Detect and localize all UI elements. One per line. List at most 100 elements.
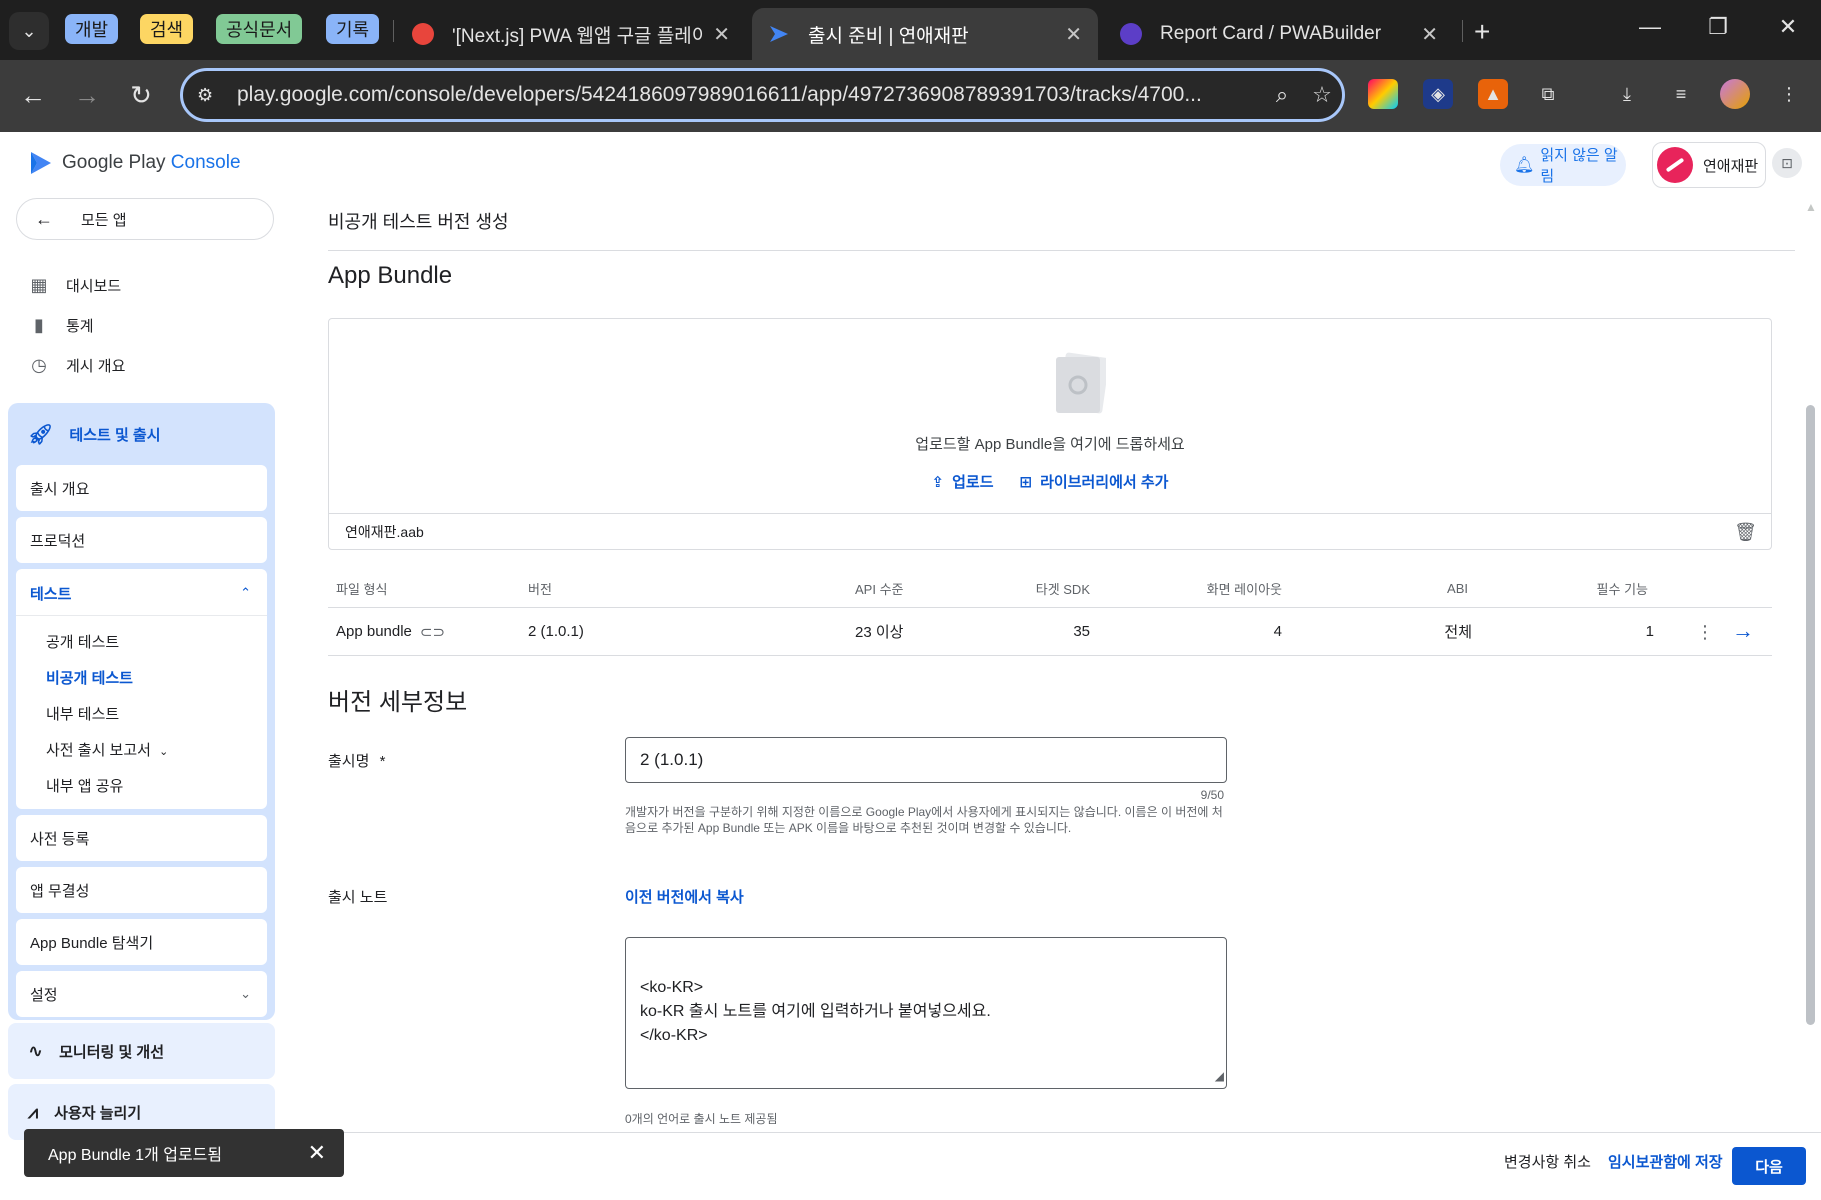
bookmark-star-icon[interactable]: ☆ — [1302, 82, 1342, 108]
developer-account-button[interactable]: 연애재판 — [1652, 142, 1766, 188]
console-header: Google Play Console 🔔︎ 읽지 않은 알림 연애재판 ⊡ — [0, 132, 1821, 198]
sidebar-item-label: 테스트 — [30, 586, 72, 603]
cell-abi: 전체 — [1444, 624, 1472, 641]
address-bar[interactable]: ⚙ play.google.com/console/developers/542… — [180, 68, 1345, 122]
logo-suffix: Console — [165, 152, 241, 173]
sidebar-item-test-and-release[interactable]: 🚀︎ 테스트 및 출시 — [8, 403, 275, 465]
lock-icon[interactable]: ⊡ — [1772, 148, 1802, 178]
scrollbar[interactable] — [1806, 405, 1815, 1025]
col-version: 버전 — [528, 582, 552, 597]
back-icon[interactable]: ← — [16, 80, 50, 111]
pwabuilder-favicon-icon — [1120, 23, 1142, 45]
sidebar-item-label: 앱 무결성 — [30, 882, 90, 900]
divider — [328, 250, 1795, 251]
restore-icon[interactable]: ❐ — [1698, 14, 1738, 40]
tab-nextjs-pwa[interactable]: '[Next.js] PWA 웹앱 구글 플레이 ✕ — [396, 8, 746, 60]
minimize-icon[interactable]: — — [1630, 14, 1670, 40]
close-tab-icon[interactable]: ✕ — [713, 22, 730, 47]
zoom-icon[interactable]: ⌕ — [1262, 82, 1302, 108]
sidebar-item-settings[interactable]: 설정 ⌄ — [16, 971, 267, 1017]
tab-group-dev[interactable]: 개발 — [65, 14, 119, 44]
sidebar-item-internal-testing[interactable]: 내부 테스트 — [46, 703, 119, 724]
tab-group-records[interactable]: 기록 — [326, 14, 380, 44]
discard-changes-button[interactable]: 변경사항 취소 — [1504, 1151, 1591, 1172]
sidebar-item-label: 프로덕션 — [30, 532, 86, 550]
sidebar-item-bundle-explorer[interactable]: App Bundle 탐색기 — [16, 919, 267, 965]
sidebar-item-label: 대시보드 — [66, 278, 122, 295]
tab-search-dropdown-icon[interactable]: ⌄ — [9, 12, 49, 50]
sidebar-item-open-testing[interactable]: 공개 테스트 — [46, 631, 119, 652]
chevron-up-icon[interactable]: ⌃ — [240, 585, 251, 601]
downloads-icon[interactable]: ⤓ — [1612, 79, 1642, 109]
cell-required-features: 1 — [1645, 623, 1654, 640]
section-label: 테스트 및 출시 — [69, 426, 161, 444]
sidebar-item-internal-app-sharing[interactable]: 내부 앱 공유 — [46, 775, 123, 796]
upload-button[interactable]: ⇪ 업로드 — [932, 471, 994, 492]
extensions-puzzle-icon[interactable]: ⧉ — [1533, 79, 1563, 109]
close-tab-icon[interactable]: ✕ — [1065, 22, 1082, 47]
browser-menu-icon[interactable]: ⋮ — [1774, 79, 1804, 109]
sidebar-item-label: 게시 개요 — [66, 358, 126, 375]
more-vert-icon[interactable]: ⋮ — [1696, 622, 1714, 643]
sidebar-item-dashboard[interactable]: ▦ 대시보드 — [28, 275, 121, 296]
scroll-up-icon[interactable]: ▲ — [1805, 200, 1817, 214]
sidebar-item-monitor-and-improve[interactable]: ∿ 모니터링 및 개선 — [8, 1023, 275, 1079]
release-notes-textarea[interactable]: <ko-KR> ko-KR 출시 노트를 여기에 입력하거나 붙여넣으세요. <… — [625, 937, 1227, 1089]
tab-group-label: 공식문서 — [226, 20, 293, 40]
bundle-table: 파일 형식 버전 API 수준 타겟 SDK 화면 레이아웃 ABI 필수 기능… — [328, 570, 1772, 656]
release-details-heading: 버전 세부정보 — [328, 689, 468, 716]
arrow-forward-icon[interactable]: → — [1732, 618, 1754, 644]
close-tab-icon[interactable]: ✕ — [1421, 22, 1438, 47]
release-notes-value: <ko-KR> ko-KR 출시 노트를 여기에 입력하거나 붙여넣으세요. <… — [640, 979, 991, 1044]
add-from-library-button[interactable]: ⊞ 라이브러리에서 추가 — [1020, 471, 1169, 492]
sidebar-item-release-overview[interactable]: 출시 개요 — [16, 465, 267, 511]
sidebar-item-closed-testing[interactable]: 비공개 테스트 — [46, 667, 133, 688]
tab-group-docs[interactable]: 공식문서 — [216, 14, 303, 44]
extension-shield-icon[interactable]: ◈ — [1423, 79, 1453, 109]
next-button[interactable]: 다음 — [1732, 1147, 1806, 1185]
media-queue-icon[interactable]: ≡ — [1666, 79, 1696, 109]
sidebar-item-label: App Bundle 탐색기 — [30, 934, 154, 952]
tab-group-search[interactable]: 검색 — [140, 14, 194, 44]
uploaded-file-row: 연애재판.aab 🗑︎ — [329, 513, 1771, 550]
sidebar-item-testing[interactable]: 테스트 — [30, 583, 71, 604]
all-apps-button[interactable]: ← 모든 앱 — [16, 198, 274, 240]
unread-notifications-button[interactable]: 🔔︎ 읽지 않은 알림 — [1500, 144, 1626, 186]
forward-icon[interactable]: → — [70, 80, 104, 111]
new-tab-icon[interactable]: + — [1474, 16, 1490, 48]
sidebar-item-pre-registration[interactable]: 사전 등록 — [16, 815, 267, 861]
sidebar-item-pre-launch-report[interactable]: 사전 출시 보고서 ⌄ — [46, 739, 168, 760]
upload-snackbar: App Bundle 1개 업로드됨 ✕ — [24, 1129, 344, 1177]
profile-avatar-icon[interactable] — [1720, 79, 1750, 109]
copy-from-previous-link[interactable]: 이전 버전에서 복사 — [625, 886, 744, 907]
tab-separator — [393, 20, 394, 42]
tab-separator — [1462, 20, 1463, 42]
site-info-icon[interactable]: ⚙ — [197, 85, 227, 106]
resize-handle-icon[interactable]: ◢ — [1215, 1064, 1224, 1088]
release-name-input[interactable]: 2 (1.0.1) — [625, 737, 1227, 783]
tab-release-prep[interactable]: 출시 준비 | 연애재판 ✕ — [752, 8, 1098, 60]
file-type-text: App bundle — [336, 623, 412, 640]
velog-favicon-icon — [412, 23, 434, 45]
close-window-icon[interactable]: ✕ — [1768, 14, 1808, 40]
main-content: 비공개 테스트 버전 생성 App Bundle 업로드할 App Bundle… — [296, 198, 1803, 1132]
tab-pwabuilder[interactable]: Report Card / PWABuilder ✕ — [1104, 8, 1454, 60]
sidebar-item-publishing-overview[interactable]: ◷ 게시 개요 — [28, 355, 125, 376]
rocket-icon: 🚀︎ — [28, 423, 54, 446]
delete-icon[interactable]: 🗑︎ — [1734, 522, 1757, 543]
link-icon: ⊂⊃ — [419, 623, 446, 641]
sidebar-item-production[interactable]: 프로덕션 — [16, 517, 267, 563]
close-icon[interactable]: ✕ — [308, 1140, 326, 1166]
url-text[interactable]: play.google.com/console/developers/54241… — [237, 83, 1262, 107]
release-name-counter: 9/50 — [1200, 788, 1224, 802]
release-notes-label: 출시 노트 — [328, 889, 388, 906]
save-draft-button[interactable]: 임시보관함에 저장 — [1608, 1151, 1723, 1172]
reload-icon[interactable]: ↻ — [124, 80, 158, 111]
sidebar-item-app-integrity[interactable]: 앱 무결성 — [16, 867, 267, 913]
extension-fox-icon[interactable]: ▲ — [1478, 79, 1508, 109]
monitoring-icon: ∿ — [28, 1040, 44, 1061]
play-console-logo[interactable]: Google Play Console — [28, 150, 241, 176]
color-extension-icon[interactable] — [1368, 79, 1398, 109]
app-bundle-drop-zone[interactable]: 업로드할 App Bundle을 여기에 드롭하세요 ⇪ 업로드 ⊞ 라이브러리에서… — [328, 318, 1772, 550]
sidebar-item-statistics[interactable]: ▮ 통계 — [28, 315, 94, 336]
